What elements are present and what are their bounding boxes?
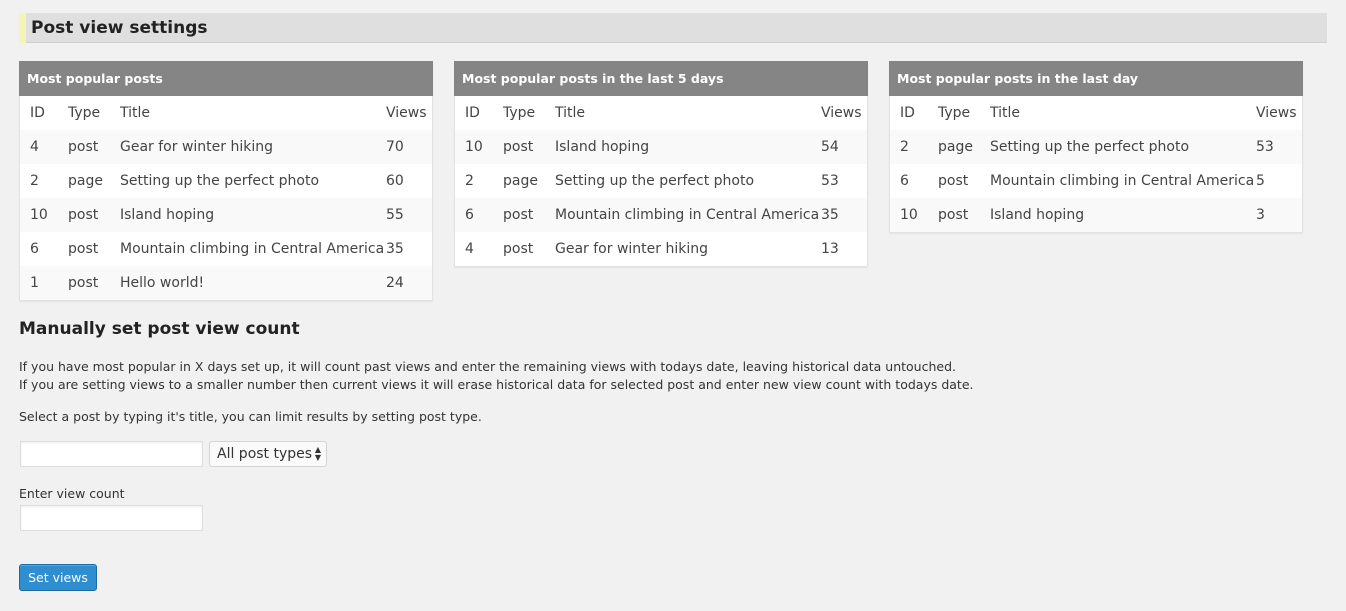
select-arrows-icon: ▲ ▼ [314, 445, 321, 462]
column-header-views: Views [386, 105, 427, 121]
cell-views: 3 [1256, 198, 1302, 232]
cell-title: Gear for winter hiking [555, 241, 708, 257]
cell-views: 60 [386, 173, 404, 189]
cell-id: 6 [30, 241, 39, 257]
table-row: 2 page Setting up the perfect photo 53 [455, 164, 867, 198]
cell-title: Island hoping [555, 130, 821, 164]
table-header-row: ID Type Title Views [20, 96, 432, 130]
table-row: 10 post Island hoping 55 [20, 198, 432, 232]
cell-title: Setting up the perfect photo [990, 130, 1256, 164]
column-header-title: Title [555, 105, 586, 121]
table-header-row: ID Type Title Views [455, 96, 867, 130]
cell-id: 1 [20, 266, 68, 300]
column-header-views: Views [1256, 105, 1297, 121]
popular-last-day-table: ID Type Title Views 2 page Setting up th… [890, 96, 1302, 232]
cell-type: post [938, 198, 990, 232]
cell-title: Gear for winter hiking [120, 130, 386, 164]
cell-type: post [938, 173, 969, 189]
table-row: 6 post Mountain climbing in Central Amer… [20, 232, 432, 266]
post-type-select[interactable]: All post types ▲ ▼ [209, 441, 327, 467]
cell-type: post [68, 130, 120, 164]
set-views-button[interactable]: Set views [19, 564, 97, 591]
manual-description-2: If you are setting views to a smaller nu… [19, 377, 974, 392]
cell-title: Mountain climbing in Central America [555, 198, 821, 232]
cell-type: page [68, 173, 103, 189]
popular-5-days-table: ID Type Title Views 10 post Island hopin… [455, 96, 867, 266]
cell-title: Setting up the perfect photo [555, 173, 755, 189]
table-row: 2 page Setting up the perfect photo 60 [20, 164, 432, 198]
cell-title: Setting up the perfect photo [120, 173, 320, 189]
popular-table: ID Type Title Views 4 post Gear for wint… [20, 96, 432, 300]
column-header-type: Type [938, 105, 971, 121]
column-header-id: ID [465, 105, 480, 121]
column-header-title: Title [990, 105, 1021, 121]
column-header-id: ID [30, 105, 45, 121]
cell-type: page [938, 130, 990, 164]
view-count-label: Enter view count [19, 486, 125, 501]
cell-title: Mountain climbing in Central America [990, 173, 1255, 189]
panel-title: Most popular posts in the last 5 days [454, 61, 868, 96]
post-search-input[interactable] [20, 441, 203, 467]
cell-type: post [68, 198, 120, 232]
cell-title: Hello world! [120, 266, 386, 300]
panel-title: Most popular posts in the last day [889, 61, 1303, 96]
view-count-input[interactable] [20, 505, 203, 531]
table-row: 6 post Mountain climbing in Central Amer… [455, 198, 867, 232]
cell-views: 13 [821, 241, 839, 257]
panel-title: Most popular posts [19, 61, 433, 96]
cell-views: 35 [821, 198, 867, 232]
panel-most-popular: Most popular posts ID Type Title Views 4… [19, 61, 433, 301]
cell-views: 54 [821, 130, 867, 164]
cell-type: post [503, 130, 555, 164]
cell-id: 6 [900, 173, 909, 189]
cell-type: post [68, 241, 99, 257]
cell-views: 70 [386, 130, 432, 164]
cell-id: 2 [465, 173, 474, 189]
cell-id: 4 [20, 130, 68, 164]
cell-views: 5 [1256, 173, 1265, 189]
cell-id: 2 [890, 130, 938, 164]
cell-views: 53 [1256, 130, 1302, 164]
cell-id: 10 [20, 198, 68, 232]
column-header-id: ID [900, 105, 915, 121]
cell-views: 53 [821, 173, 839, 189]
cell-title: Mountain climbing in Central America [120, 241, 385, 257]
column-header-type: Type [503, 105, 536, 121]
cell-views: 24 [386, 266, 432, 300]
cell-type: post [68, 266, 120, 300]
cell-views: 35 [386, 241, 404, 257]
column-header-type: Type [68, 105, 101, 121]
post-type-selected: All post types [217, 446, 313, 462]
column-header-views: Views [821, 105, 862, 121]
cell-id: 10 [890, 198, 938, 232]
cell-id: 6 [455, 198, 503, 232]
table-row: 1 post Hello world! 24 [20, 266, 432, 300]
cell-type: post [503, 198, 555, 232]
cell-id: 2 [30, 173, 39, 189]
panel-popular-last-day: Most popular posts in the last day ID Ty… [889, 61, 1303, 233]
table-row: 6 post Mountain climbing in Central Amer… [890, 164, 1302, 198]
cell-id: 4 [465, 241, 474, 257]
cell-id: 10 [455, 130, 503, 164]
table-header-row: ID Type Title Views [890, 96, 1302, 130]
table-row: 10 post Island hoping 54 [455, 130, 867, 164]
panel-popular-5-days: Most popular posts in the last 5 days ID… [454, 61, 868, 267]
table-row: 4 post Gear for winter hiking 13 [455, 232, 867, 266]
manual-description-3: Select a post by typing it's title, you … [19, 409, 482, 424]
table-row: 2 page Setting up the perfect photo 53 [890, 130, 1302, 164]
cell-type: post [503, 241, 534, 257]
header-accent [19, 13, 26, 43]
cell-type: page [503, 173, 538, 189]
page-header: Post view settings [19, 13, 1327, 43]
table-row: 10 post Island hoping 3 [890, 198, 1302, 232]
page-title: Post view settings [31, 18, 208, 38]
table-row: 4 post Gear for winter hiking 70 [20, 130, 432, 164]
manual-section-title: Manually set post view count [19, 319, 300, 339]
cell-title: Island hoping [120, 198, 386, 232]
manual-description-1: If you have most popular in X days set u… [19, 359, 956, 374]
column-header-title: Title [120, 105, 151, 121]
cell-views: 55 [386, 198, 432, 232]
cell-title: Island hoping [990, 198, 1256, 232]
